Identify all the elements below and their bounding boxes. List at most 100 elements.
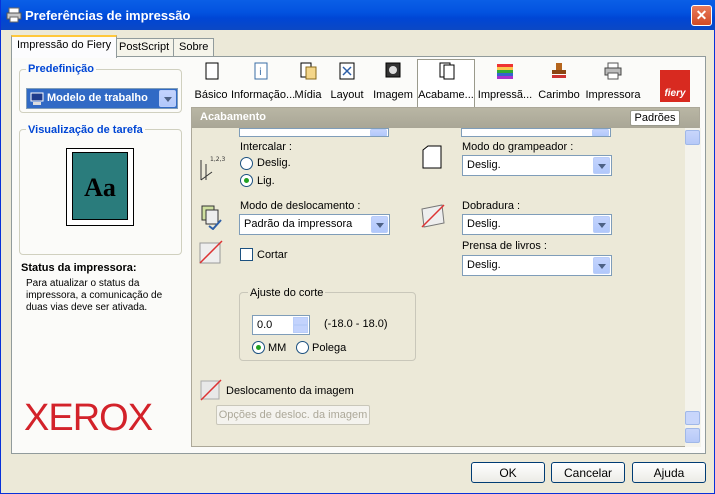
trim-value-input[interactable]: 0.0 — [252, 315, 310, 335]
finishing-icon — [439, 62, 455, 80]
toolbar-stamp-label: Carimbo — [538, 89, 580, 101]
printer-status-text: Para atualizar o status da impressora, a… — [26, 278, 163, 313]
preview-text: Aa — [84, 173, 116, 202]
toolbar-information-label: Informação... — [231, 89, 296, 101]
layout-icon — [339, 62, 355, 80]
stamp-icon — [552, 63, 566, 78]
toolbar-media[interactable]: Mídia — [292, 60, 324, 106]
stapler-select[interactable]: Deslig. — [462, 155, 612, 176]
fold-value: Deslig. — [467, 218, 501, 230]
fold-label: Dobradura : — [462, 200, 521, 212]
bookpress-select[interactable]: Deslig. — [462, 255, 612, 276]
toolbar-layout-label: Layout — [330, 89, 364, 101]
media-icon — [300, 62, 317, 80]
preset-value: Modelo de trabalho — [47, 92, 148, 104]
computer-icon — [30, 92, 44, 105]
chevron-down-icon[interactable] — [592, 129, 609, 136]
unit-mm-radio[interactable] — [252, 341, 265, 354]
info-icon: i — [254, 62, 268, 80]
close-button[interactable]: ✕ — [691, 5, 712, 26]
finishing-panel: Acabamento Padrões 1,2,3 Intercalar : De… — [191, 107, 701, 447]
toolbar-image-label: Imagem — [373, 89, 413, 101]
unit-mm-label: MM — [268, 342, 287, 354]
stapler-value: Deslig. — [467, 159, 501, 171]
toolbar-basic-label: Básico — [194, 89, 228, 101]
collate-off-radio[interactable] — [240, 157, 253, 170]
toolbar-finishing-label: Acabame... — [418, 89, 474, 101]
spin-up-icon[interactable] — [293, 317, 308, 325]
image-shift-icon — [200, 379, 222, 401]
chevron-down-icon[interactable] — [371, 216, 388, 233]
cancel-button[interactable]: Cancelar — [551, 462, 625, 483]
trim-range: (-18.0 - 18.0) — [324, 318, 388, 330]
hidden-select-left[interactable] — [239, 128, 389, 137]
scroll-thumb[interactable] — [685, 411, 700, 425]
stapler-label: Modo do grampeador : — [462, 141, 574, 153]
trim-adjust-title: Ajuste do corte — [248, 287, 326, 299]
printer-icon — [6, 7, 22, 23]
trim-checkbox[interactable] — [240, 248, 253, 261]
chevron-down-icon[interactable] — [159, 90, 176, 107]
collate-on-label: Lig. — [257, 175, 275, 187]
preset-title: Predefinição — [26, 63, 97, 75]
tab-fiery-printing[interactable]: Impressão do Fiery — [11, 35, 118, 58]
collate-off-label: Deslig. — [257, 157, 291, 169]
close-icon: ✕ — [695, 7, 708, 23]
preset-select[interactable]: Modelo de trabalho — [26, 88, 178, 109]
image-shift-options-button[interactable]: Opções de desloc. da imagem — [216, 405, 370, 425]
preview-image: Aa — [72, 152, 128, 220]
toolbar-print-quality[interactable]: Impressã... — [477, 60, 533, 106]
toolbar-basic[interactable]: Básico — [193, 60, 229, 106]
chevron-down-icon[interactable] — [593, 157, 610, 174]
toolbar-printer[interactable]: Impressora — [584, 60, 642, 106]
tab-postscript[interactable]: PostScript — [113, 38, 176, 57]
toolbar-information[interactable]: i Informação... — [231, 60, 296, 106]
job-preview-title: Visualização de tarefa — [26, 124, 145, 136]
ok-button[interactable]: OK — [471, 462, 545, 483]
spin-down-icon[interactable] — [293, 325, 308, 333]
printer-status-title: Status da impressora: — [21, 262, 137, 274]
scroll-up-icon[interactable] — [685, 130, 700, 145]
toolbar-media-label: Mídia — [294, 89, 322, 101]
section-title: Acabamento — [200, 111, 267, 123]
collate-icon: 1,2,3 — [200, 156, 225, 181]
page-icon — [205, 62, 219, 80]
bookpress-label: Prensa de livros : — [462, 240, 547, 252]
color-bars-icon — [497, 64, 513, 79]
fold-icon — [421, 204, 445, 228]
window-title: Preferências de impressão — [25, 8, 191, 23]
svg-text:i: i — [259, 67, 262, 78]
chevron-down-icon[interactable] — [370, 129, 387, 136]
scroll-down-icon[interactable] — [685, 428, 700, 443]
toolbar-stamp[interactable]: Carimbo — [536, 60, 582, 106]
toolbar-print-quality-label: Impressã... — [477, 89, 533, 101]
hidden-select-right[interactable] — [461, 128, 611, 137]
toolbar-finishing[interactable]: Acabame... — [417, 59, 475, 107]
trim-label: Cortar — [257, 249, 288, 261]
toolbar-image[interactable]: Imagem — [372, 60, 414, 106]
title-bar: Preferências de impressão ✕ — [1, 0, 715, 30]
toolbar-layout[interactable]: Layout — [327, 60, 367, 106]
page-preview: Aa — [66, 148, 134, 226]
trim-value: 0.0 — [257, 319, 273, 331]
toolbar-printer-label: Impressora — [585, 89, 641, 101]
fold-select[interactable]: Deslig. — [462, 214, 612, 235]
chevron-down-icon[interactable] — [593, 216, 610, 233]
image-icon — [385, 62, 401, 78]
tab-about[interactable]: Sobre — [173, 38, 215, 57]
offset-select[interactable]: Padrão da impressora — [239, 214, 390, 235]
collate-label: Intercalar : — [240, 141, 292, 153]
printer-icon — [604, 62, 622, 80]
bookpress-value: Deslig. — [467, 259, 501, 271]
unit-inch-radio[interactable] — [296, 341, 309, 354]
fiery-logo: fiery — [660, 70, 690, 102]
collate-on-radio[interactable] — [240, 174, 253, 187]
offset-label: Modo de deslocamento : — [240, 200, 361, 212]
defaults-button[interactable]: Padrões — [630, 110, 680, 126]
trim-icon — [199, 240, 223, 264]
vertical-scrollbar[interactable] — [685, 128, 701, 447]
help-button[interactable]: Ajuda — [632, 462, 706, 483]
chevron-down-icon[interactable] — [593, 257, 610, 274]
image-shift-label: Deslocamento da imagem — [226, 385, 354, 397]
staple-page-icon — [422, 145, 442, 169]
